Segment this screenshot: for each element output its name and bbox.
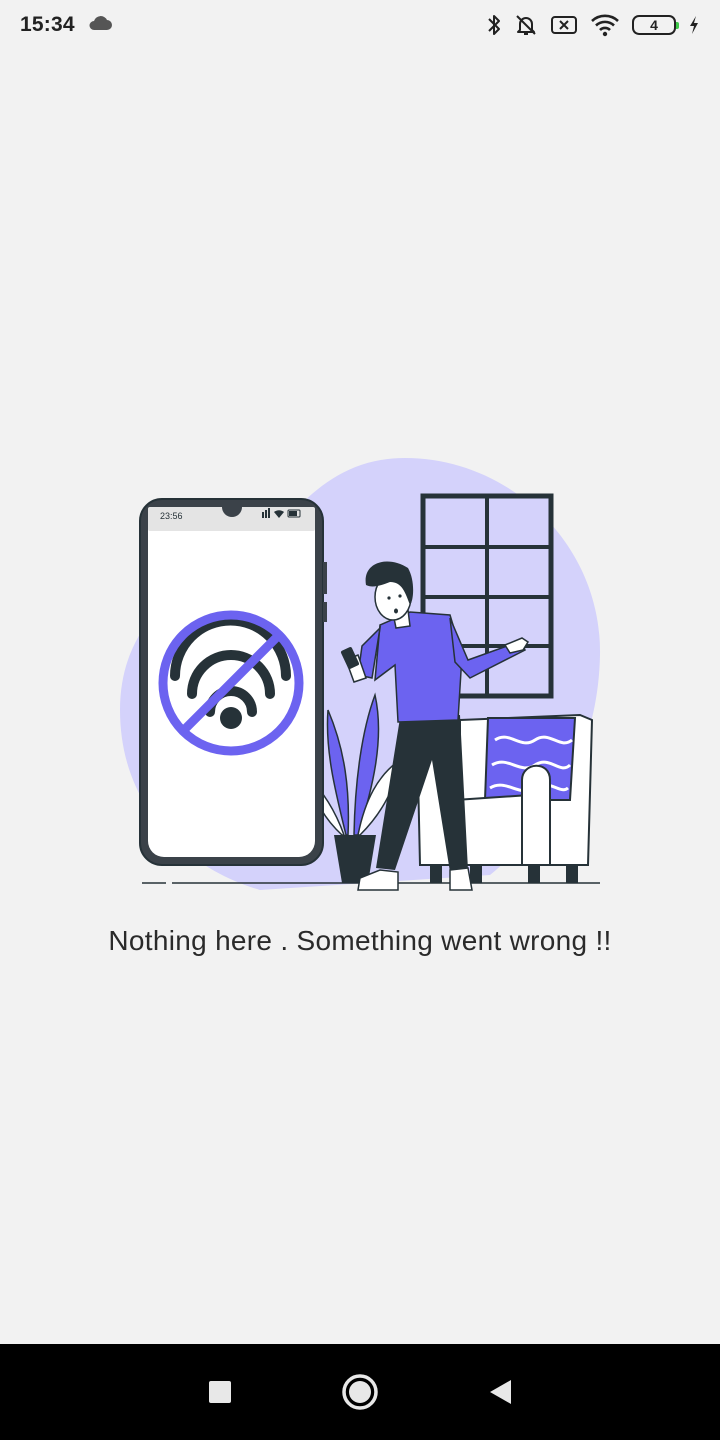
wifi-icon xyxy=(590,13,620,37)
battery-level: 4 xyxy=(650,17,658,33)
navigation-bar xyxy=(0,1344,720,1440)
back-triangle-icon xyxy=(490,1380,511,1404)
cloud-icon xyxy=(87,14,113,37)
back-button[interactable] xyxy=(470,1362,530,1422)
bluetooth-icon xyxy=(486,13,502,37)
charging-icon xyxy=(688,15,700,35)
battery-icon: 4 xyxy=(632,15,679,35)
error-message: Nothing here . Something went wrong !! xyxy=(108,925,612,956)
home-circle-icon xyxy=(342,1374,378,1410)
status-bar: 15:34 4 xyxy=(0,0,720,50)
bell-off-icon xyxy=(514,13,538,37)
sim-off-icon xyxy=(550,14,578,36)
status-right: 4 xyxy=(486,13,700,37)
status-time: 15:34 xyxy=(20,13,75,36)
home-button[interactable] xyxy=(330,1362,390,1422)
phone-device: 23:56 xyxy=(139,498,327,866)
status-left: 15:34 xyxy=(20,13,113,37)
recents-square-icon xyxy=(209,1381,231,1403)
recents-button[interactable] xyxy=(190,1362,250,1422)
no-internet-illustration: 23:56 xyxy=(110,450,610,900)
phone-screen-time: 23:56 xyxy=(160,511,183,521)
